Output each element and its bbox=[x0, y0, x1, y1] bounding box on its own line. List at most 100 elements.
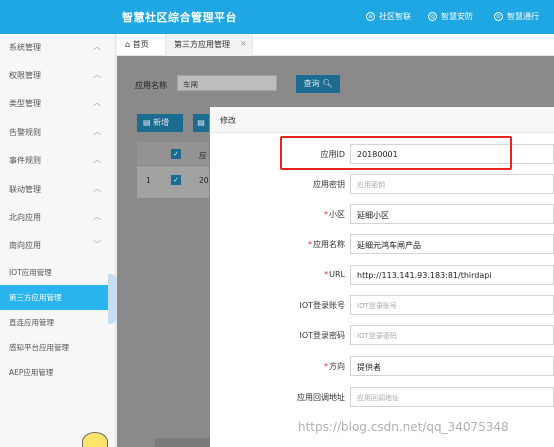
tab-label: 首页 bbox=[132, 40, 149, 49]
required-marker: * bbox=[324, 210, 328, 219]
sidebar-item-northbound[interactable]: 北向应用 ︿ bbox=[0, 204, 116, 232]
input-value: 提供者 bbox=[357, 363, 381, 372]
select-all-checkbox[interactable]: ✓ bbox=[171, 149, 181, 159]
input-placeholder: 应用回调地址 bbox=[357, 394, 399, 402]
sidebar-item-label: 类型管理 bbox=[9, 99, 41, 108]
input-value: http://113.141.93.183:81/thirdapi bbox=[357, 271, 492, 280]
query-button[interactable]: 查询 🔍︎ bbox=[296, 75, 340, 93]
dialog-title: 修改 bbox=[220, 116, 236, 125]
field-label: 应用密钥 bbox=[313, 180, 345, 189]
sidebar-subitem-aep[interactable]: AEP应用管理 bbox=[0, 360, 116, 385]
row-checkbox[interactable]: ✓ bbox=[171, 175, 181, 185]
nav-link-security[interactable]: ◎ 智慧安防 bbox=[428, 11, 473, 22]
sidebar: 系统管理 ︿ 权限管理 ︿ 类型管理 ︿ 告警规则 ︿ 事件规则 ︿ 联动管理 … bbox=[0, 34, 118, 447]
chevron-down-icon: ﹀ bbox=[93, 240, 101, 249]
sidebar-subitem-third-party[interactable]: 第三方应用管理 bbox=[0, 285, 116, 310]
home-icon: ⌂ bbox=[125, 40, 131, 49]
sidebar-subitem-sensing[interactable]: 感知平台应用管理 bbox=[0, 335, 116, 360]
sidebar-item-types[interactable]: 类型管理 ︿ bbox=[0, 90, 116, 118]
add-button[interactable]: ▤ 新增 bbox=[137, 114, 183, 132]
mascot-icon bbox=[82, 432, 108, 447]
field-label: IOT登录账号 bbox=[299, 301, 345, 310]
chevron-up-icon: ︿ bbox=[93, 42, 101, 51]
nav-link-label: 智慧通行 bbox=[507, 12, 539, 21]
chevron-up-icon: ︿ bbox=[93, 212, 101, 221]
field-label: *方向 bbox=[324, 362, 345, 371]
annotation-highlight-box bbox=[280, 136, 512, 170]
form-row-community: *小区 延细小区 bbox=[210, 204, 554, 224]
tab-third-party[interactable]: 第三方应用管理 × bbox=[165, 34, 253, 56]
iot-password-input[interactable]: IOT登录密码 bbox=[350, 325, 554, 345]
required-marker: * bbox=[324, 270, 329, 279]
app-secret-input[interactable]: 应用密钥 bbox=[350, 174, 554, 194]
nav-link-pass[interactable]: ⊙ 智慧通行 bbox=[494, 11, 539, 22]
required-marker: * bbox=[324, 362, 328, 371]
sidebar-item-label: 南向应用 bbox=[9, 241, 41, 250]
close-icon[interactable]: × bbox=[240, 39, 247, 48]
form-row-app-secret: 应用密钥 应用密钥 bbox=[210, 174, 554, 194]
field-label: 应用回调地址 bbox=[297, 393, 345, 402]
sidebar-item-event-rules[interactable]: 事件规则 ︿ bbox=[0, 147, 116, 175]
app-name-search-input[interactable]: 车闸 bbox=[177, 75, 277, 91]
sidebar-subitem-label: 第三方应用管理 bbox=[9, 293, 62, 302]
network-icon: ≡ bbox=[366, 12, 375, 21]
sidebar-subitem-label: IOT应用管理 bbox=[9, 268, 52, 277]
input-placeholder: IOT登录密码 bbox=[357, 332, 397, 340]
sidebar-subitem-iot[interactable]: IOT应用管理 bbox=[0, 260, 116, 285]
sidebar-subitem-label: AEP应用管理 bbox=[9, 368, 54, 377]
direction-select[interactable]: 提供者 bbox=[350, 356, 554, 376]
shield-icon: ◎ bbox=[428, 12, 437, 21]
chevron-up-icon: ︿ bbox=[93, 155, 101, 164]
sidebar-item-label: 系统管理 bbox=[9, 43, 41, 52]
nav-link-label: 社区智联 bbox=[379, 12, 411, 21]
search-input-value: 车闸 bbox=[183, 80, 198, 89]
sidebar-item-alarm-rules[interactable]: 告警规则 ︿ bbox=[0, 119, 116, 147]
sidebar-subitem-direct[interactable]: 直连应用管理 bbox=[0, 310, 116, 335]
chevron-up-icon: ︿ bbox=[93, 98, 101, 107]
tab-bar: ⌂ 首页 第三方应用管理 × bbox=[117, 34, 554, 56]
form-row-url: *URL http://113.141.93.183:81/thirdapi bbox=[210, 265, 554, 285]
add-icon: ▤ bbox=[143, 118, 151, 127]
tab-label: 第三方应用管理 bbox=[174, 40, 230, 49]
tab-home[interactable]: ⌂ 首页 bbox=[125, 39, 149, 50]
sidebar-item-southbound[interactable]: 南向应用 ﹀ bbox=[0, 232, 116, 260]
add-button-label: 新增 bbox=[153, 118, 170, 127]
form-row-callback: 应用回调地址 应用回调地址 bbox=[210, 387, 554, 407]
pass-icon: ⊙ bbox=[494, 12, 503, 21]
edit-button[interactable]: ▤ bbox=[193, 114, 209, 132]
url-input[interactable]: http://113.141.93.183:81/thirdapi bbox=[350, 265, 554, 285]
sidebar-item-label: 联动管理 bbox=[9, 185, 41, 194]
iot-account-input[interactable]: IOT登录账号 bbox=[350, 295, 554, 315]
chevron-up-icon: ︿ bbox=[93, 70, 101, 79]
sidebar-item-label: 北向应用 bbox=[9, 213, 41, 222]
callback-url-input[interactable]: 应用回调地址 bbox=[350, 387, 554, 407]
pagination[interactable] bbox=[155, 438, 215, 447]
sidebar-item-linkage[interactable]: 联动管理 ︿ bbox=[0, 176, 116, 204]
sidebar-subitem-label: 直连应用管理 bbox=[9, 318, 54, 327]
table-cell: 20 bbox=[199, 176, 209, 185]
input-placeholder: IOT登录账号 bbox=[357, 302, 397, 310]
dialog-header: 修改 bbox=[210, 107, 554, 133]
form-row-direction: *方向 提供者 bbox=[210, 356, 554, 376]
query-label: 应用名称 bbox=[135, 81, 167, 90]
community-input[interactable]: 延细小区 bbox=[350, 204, 554, 224]
input-value: 延细元鸿车闸产品 bbox=[357, 241, 421, 250]
field-label: *应用名称 bbox=[308, 240, 345, 249]
required-marker: * bbox=[308, 240, 312, 249]
table-header: ✓ 应 bbox=[137, 142, 209, 166]
form-row-iot-account: IOT登录账号 IOT登录账号 bbox=[210, 295, 554, 315]
top-header: 智慧社区综合管理平台 ≡ 社区智联 ◎ 智慧安防 ⊙ 智慧通行 bbox=[0, 0, 554, 34]
column-header: 应 bbox=[199, 151, 207, 160]
sidebar-item-system[interactable]: 系统管理 ︿ bbox=[0, 34, 116, 62]
sidebar-item-permission[interactable]: 权限管理 ︿ bbox=[0, 62, 116, 90]
sidebar-item-label: 事件规则 bbox=[9, 156, 41, 165]
sidebar-item-label: 权限管理 bbox=[9, 71, 41, 80]
app-name-input[interactable]: 延细元鸿车闸产品 bbox=[350, 234, 554, 254]
field-label: *小区 bbox=[324, 210, 345, 219]
watermark: https://blog.csdn.net/qq_34075348 bbox=[298, 420, 509, 434]
edit-icon: ▤ bbox=[197, 118, 205, 127]
nav-link-community[interactable]: ≡ 社区智联 bbox=[366, 11, 411, 22]
chevron-up-icon: ︿ bbox=[93, 184, 101, 193]
input-value: 延细小区 bbox=[357, 211, 389, 220]
chevron-up-icon: ︿ bbox=[93, 127, 101, 136]
